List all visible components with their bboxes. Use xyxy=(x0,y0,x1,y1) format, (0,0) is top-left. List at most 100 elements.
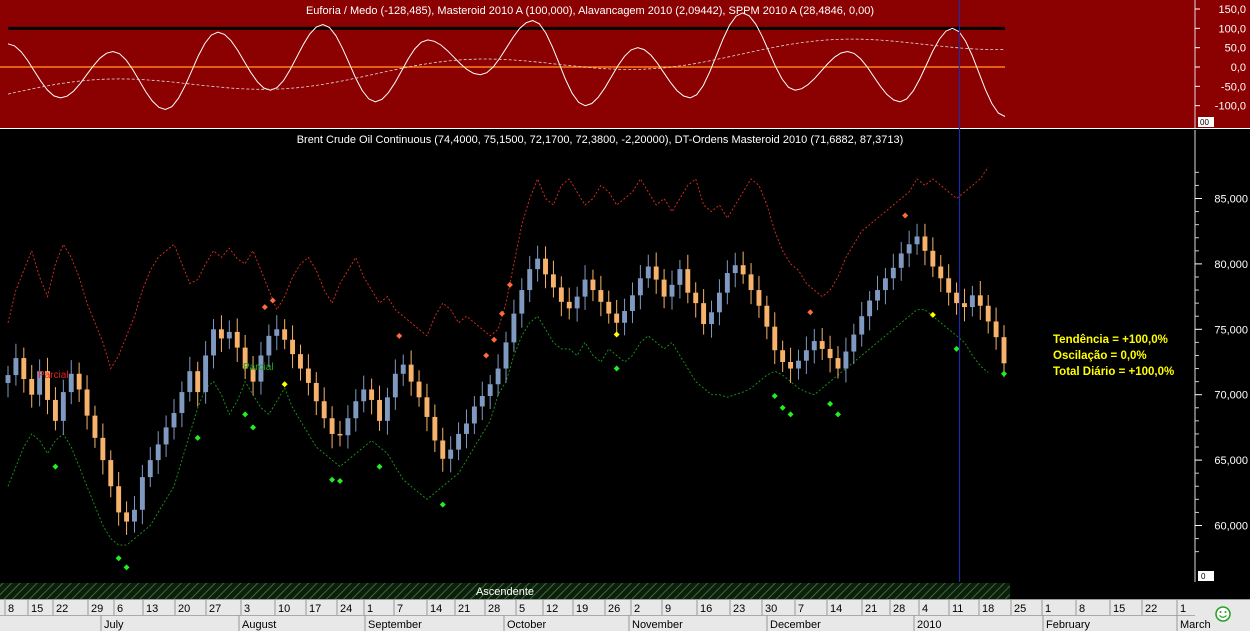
candle-body xyxy=(764,305,770,327)
candle xyxy=(203,341,209,404)
candle xyxy=(1001,325,1007,378)
candle-body xyxy=(669,284,675,297)
candle-body xyxy=(645,266,651,279)
candle-body xyxy=(290,339,296,355)
candle xyxy=(29,365,35,408)
buy-signal-marker xyxy=(779,404,786,411)
candle-body xyxy=(535,258,541,270)
candle xyxy=(298,344,303,381)
candle xyxy=(345,405,351,449)
x-day-label: 2 xyxy=(634,603,640,615)
candle-body xyxy=(796,360,801,369)
candle-body xyxy=(124,512,130,522)
candle-body xyxy=(819,341,825,349)
candle-body xyxy=(898,253,904,268)
candle xyxy=(37,359,43,407)
candle-body xyxy=(92,415,98,438)
candle-body xyxy=(543,258,548,275)
x-day-label: 22 xyxy=(1145,603,1157,615)
price-small-label: 0 xyxy=(1201,572,1206,581)
candle xyxy=(195,361,201,407)
candle xyxy=(693,282,699,318)
x-day-label: 3 xyxy=(244,603,250,615)
buy-signal-marker xyxy=(827,400,834,407)
info-oscilacao: Oscilação = 0,0% xyxy=(1053,350,1147,362)
candle-body xyxy=(218,329,224,339)
candle xyxy=(290,325,296,369)
candle xyxy=(155,431,161,475)
x-day-label: 25 xyxy=(1014,603,1026,615)
candle xyxy=(819,328,825,361)
x-day-label: 11 xyxy=(952,603,963,615)
buy-signal-marker xyxy=(953,345,960,352)
candle xyxy=(124,501,130,535)
candlestick-series xyxy=(5,223,1007,535)
price-y-tick-label: 60,000 xyxy=(1214,521,1248,533)
x-month-label: July xyxy=(104,619,124,631)
candle xyxy=(851,323,857,365)
oscillator-panel xyxy=(0,0,1250,128)
x-day-label: 30 xyxy=(765,603,777,615)
candle-body xyxy=(29,379,35,395)
buy-signal-marker xyxy=(787,411,794,418)
oscillator-y-tick-label: 0,0 xyxy=(1231,62,1246,74)
candle xyxy=(171,399,177,440)
buy-signal-marker xyxy=(835,411,841,418)
lower-band-line xyxy=(7,309,989,546)
candle-body xyxy=(424,397,430,417)
oscillator-title: Euforia / Medo (-128,485), Masteroid 201… xyxy=(306,5,874,17)
candle xyxy=(321,387,327,429)
candle-body xyxy=(313,382,319,402)
candle-body xyxy=(384,397,390,421)
candle-body xyxy=(337,433,343,436)
candle xyxy=(519,278,525,328)
candle xyxy=(661,269,667,309)
buy-signal-marker xyxy=(123,564,130,571)
candle xyxy=(179,381,185,428)
buy-signal-marker xyxy=(115,555,122,562)
buy-signal-marker xyxy=(194,434,201,441)
candle-body xyxy=(1001,337,1007,364)
candle xyxy=(977,280,983,320)
candle xyxy=(898,241,904,281)
candle-body xyxy=(693,292,699,304)
candle-body xyxy=(13,358,19,376)
candle-body xyxy=(353,401,359,419)
candle xyxy=(487,374,493,409)
candle xyxy=(147,447,153,488)
candle xyxy=(993,307,999,350)
x-month-label: November xyxy=(632,619,683,631)
candle-body xyxy=(408,364,414,382)
candle xyxy=(234,318,240,362)
candle-body xyxy=(598,290,604,302)
candle-body xyxy=(266,335,272,356)
candle-body xyxy=(574,296,580,309)
candle-body xyxy=(195,371,201,393)
chart-canvas: Euforia / Medo (-128,485), Masteroid 201… xyxy=(0,0,1250,631)
x-day-label: 6 xyxy=(117,603,123,615)
x-day-label: 8 xyxy=(8,603,14,615)
candle xyxy=(274,315,280,351)
candle xyxy=(13,343,19,386)
candle xyxy=(408,350,414,396)
candle-body xyxy=(701,303,707,325)
candle-body xyxy=(661,279,667,297)
candle xyxy=(930,237,936,278)
candle xyxy=(962,288,967,322)
candle xyxy=(543,246,548,289)
candle xyxy=(756,275,762,318)
candle xyxy=(677,259,683,299)
candle-body xyxy=(274,329,280,336)
candle xyxy=(922,223,928,266)
candle xyxy=(622,298,628,336)
candle xyxy=(843,337,849,383)
candle-body xyxy=(558,287,564,302)
buy-signal-marker xyxy=(242,411,249,418)
x-month-label: September xyxy=(368,619,422,631)
oscillator-y-tick-label: -50,0 xyxy=(1221,81,1246,93)
candle-body xyxy=(859,316,865,335)
smiley-icon[interactable] xyxy=(1215,606,1231,622)
candle xyxy=(211,319,216,369)
candle xyxy=(226,320,232,350)
candle xyxy=(108,450,114,498)
